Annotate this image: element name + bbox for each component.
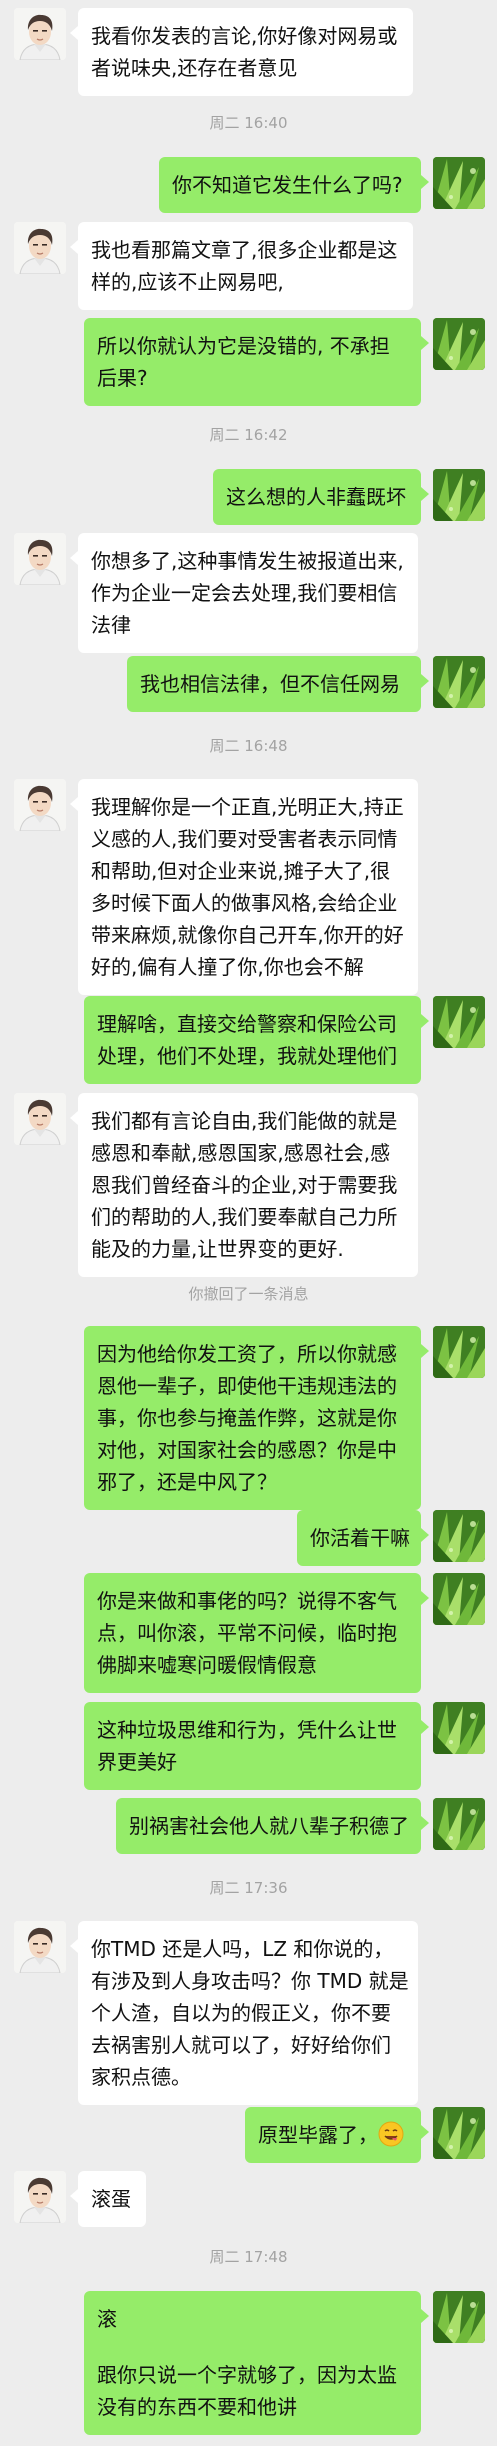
message-text-line: 法律: [91, 613, 131, 637]
message-text-line: 对他，对国家社会的感恩？你是中: [97, 1438, 397, 1462]
message-text-line: 你想多了,这种事情发生被报道出来,: [91, 549, 404, 573]
message-text-line: 者说味央,还存在者意见: [91, 56, 298, 80]
my-avatar[interactable]: [433, 996, 485, 1048]
message-text-line: 你是来做和事佬的吗？说得不客气: [97, 1589, 397, 1613]
message-bubble[interactable]: 因为他给你发工资了，所以你就感 恩他一辈子，即使他干违规违法的 事，你也参与掩盖作弊…: [84, 1326, 429, 1510]
my-avatar[interactable]: [433, 318, 485, 370]
message-text-line: 处理，他们不处理，我就处理他们: [97, 1044, 397, 1068]
recall-notice: 你撤回了一条消息: [188, 1285, 309, 1303]
message-text-line: 家积点德。: [91, 2065, 191, 2089]
message-text-line: 你TMD 还是人吗，LZ 和你说的，: [91, 1937, 394, 1961]
message-bubble[interactable]: 这么想的人非蠢既坏: [213, 469, 429, 525]
message-bubble[interactable]: 我们都有言论自由,我们能做的就是 感恩和奉献,感恩国家,感恩社会,感 恩我们曾经奋斗…: [70, 1093, 418, 1277]
my-avatar[interactable]: [433, 2107, 485, 2159]
message-bubble[interactable]: 滚跟你只说一个字就够了，因为太监 没有的东西不要和他讲: [84, 2291, 429, 2435]
grinning-emoji-icon: [378, 2121, 404, 2147]
message-bubble[interactable]: 我也相信法律，但不信任网易: [127, 656, 429, 712]
message-text-line: 这么想的人非蠢既坏: [226, 485, 406, 509]
my-avatar[interactable]: [433, 1798, 485, 1850]
message-text-line: 有涉及到人身攻击吗？你 TMD 就是: [91, 1969, 409, 1993]
contact-avatar[interactable]: [14, 8, 66, 60]
message-bubble[interactable]: 滚蛋: [70, 2171, 146, 2227]
message-text-line: 能及的力量,让世界变的更好.: [91, 1237, 344, 1261]
my-avatar[interactable]: [433, 1510, 485, 1562]
message-text-line: 滚蛋: [91, 2187, 131, 2211]
message-bubble[interactable]: 你是来做和事佬的吗？说得不客气 点，叫你滚，平常不问候，临时抱 佛脚来嘘寒问暖假情假…: [84, 1573, 429, 1693]
message-text-line: 别祸害社会他人就八辈子积德了: [129, 1814, 409, 1838]
message-text-line: 们的帮助的人,我们要奉献自己力所: [91, 1205, 398, 1229]
message-text-line: 个人渣，自以为的假正义，你不要: [91, 2001, 391, 2025]
message-bubble[interactable]: 你想多了,这种事情发生被报道出来, 作为企业一定会去处理,我们要相信 法律: [70, 533, 418, 653]
timestamp: 周二 17:36: [209, 1879, 288, 1897]
message-text-line: 我也相信法律，但不信任网易: [140, 672, 400, 696]
message-text-line: 理解啥，直接交给警察和保险公司: [97, 1012, 397, 1036]
message-text-line: 因为他给你发工资了，所以你就感: [97, 1342, 397, 1366]
message-text-line: 和帮助,但对企业来说,摊子大了,很: [91, 859, 391, 883]
message-bubble[interactable]: 这种垃圾思维和行为，凭什么让世 界更美好: [84, 1702, 429, 1790]
message-bubble[interactable]: 我也看那篇文章了,很多企业都是这 样的,应该不止网易吧,: [70, 222, 413, 310]
message-text-line: 多时候下面人的做事风格,会给企业: [91, 891, 398, 915]
contact-avatar[interactable]: [14, 1921, 66, 1973]
timestamp: 周二 17:48: [209, 2248, 288, 2266]
message-bubble[interactable]: 原型毕露了，: [245, 2107, 429, 2163]
message-text-line: 恩我们曾经奋斗的企业,对于需要我: [91, 1173, 398, 1197]
message-text-line: 义感的人,我们要对受害者表示同情: [91, 827, 398, 851]
message-text-line: 作为企业一定会去处理,我们要相信: [91, 581, 398, 605]
message-bubble[interactable]: 别祸害社会他人就八辈子积德了: [116, 1798, 429, 1854]
message-text-line: 好的,偏有人撞了你,你也会不解: [91, 955, 364, 979]
my-avatar[interactable]: [433, 1573, 485, 1625]
message-text-line: 事，你也参与掩盖作弊，这就是你: [97, 1406, 397, 1430]
message-bubble[interactable]: 你不知道它发生什么了吗?: [159, 157, 429, 213]
message-text-line: 点，叫你滚，平常不问候，临时抱: [97, 1621, 397, 1645]
message-bubble[interactable]: 理解啥，直接交给警察和保险公司 处理，他们不处理，我就处理他们: [84, 996, 429, 1084]
message-text-line: 这种垃圾思维和行为，凭什么让世: [97, 1718, 397, 1742]
message-text-line: 你不知道它发生什么了吗?: [172, 173, 403, 197]
contact-avatar[interactable]: [14, 2171, 66, 2223]
message-text-line: 没有的东西不要和他讲: [97, 2395, 297, 2419]
my-avatar[interactable]: [433, 656, 485, 708]
message-text-line: 样的,应该不止网易吧,: [91, 270, 284, 294]
message-text-line: 邪了，还是中风了？: [97, 1470, 277, 1494]
message-bubble[interactable]: 所以你就认为它是没错的, 不承担 后果?: [84, 318, 429, 406]
message-text-line: 界更美好: [97, 1750, 177, 1774]
my-avatar[interactable]: [433, 469, 485, 521]
contact-avatar[interactable]: [14, 1093, 66, 1145]
message-bubble[interactable]: 我看你发表的言论,你好像对网易或 者说味央,还存在者意见: [70, 8, 413, 96]
message-bubble[interactable]: 你活着干嘛: [297, 1510, 429, 1566]
my-avatar[interactable]: [433, 1702, 485, 1754]
message-text-line: 去祸害别人就可以了，好好给你们: [91, 2033, 391, 2057]
contact-avatar[interactable]: [14, 779, 66, 831]
message-bubble[interactable]: 我理解你是一个正直,光明正大,持正 义感的人,我们要对受害者表示同情 和帮助,但对企…: [70, 779, 418, 995]
message-text-line: 恩他一辈子，即使他干违规违法的: [97, 1374, 397, 1398]
message-text-line: 我看你发表的言论,你好像对网易或: [91, 24, 398, 48]
my-avatar[interactable]: [433, 157, 485, 209]
message-bubble[interactable]: 你TMD 还是人吗，LZ 和你说的， 有涉及到人身攻击吗？你 TMD 就是 个人渣，…: [70, 1921, 418, 2105]
message-text-line: 你活着干嘛: [310, 1526, 410, 1550]
message-text-line: 跟你只说一个字就够了，因为太监: [97, 2363, 397, 2387]
timestamp: 周二 16:48: [209, 737, 288, 755]
timestamp: 周二 16:42: [209, 426, 288, 444]
message-text-line: 原型毕露了，: [258, 2119, 408, 2151]
message-text-line: 我也看那篇文章了,很多企业都是这: [91, 238, 398, 262]
my-avatar[interactable]: [433, 1326, 485, 1378]
chat-window: 我看你发表的言论,你好像对网易或 者说味央,还存在者意见周二 16:40 你不知道…: [0, 0, 497, 2446]
message-text-line: 滚: [97, 2307, 117, 2331]
my-avatar[interactable]: [433, 2291, 485, 2343]
contact-avatar[interactable]: [14, 222, 66, 274]
contact-avatar[interactable]: [14, 533, 66, 585]
message-text-line: 后果?: [97, 366, 148, 390]
message-text-line: 佛脚来嘘寒问暖假情假意: [97, 1653, 317, 1677]
message-text-line: 所以你就认为它是没错的, 不承担: [97, 334, 390, 358]
message-text-line: 感恩和奉献,感恩国家,感恩社会,感: [91, 1141, 391, 1165]
message-text-line: 我们都有言论自由,我们能做的就是: [91, 1109, 398, 1133]
timestamp: 周二 16:40: [209, 114, 288, 132]
message-text-line: 我理解你是一个正直,光明正大,持正: [91, 795, 404, 819]
message-text-line: 带来麻烦,就像你自己开车,你开的好: [91, 923, 404, 947]
